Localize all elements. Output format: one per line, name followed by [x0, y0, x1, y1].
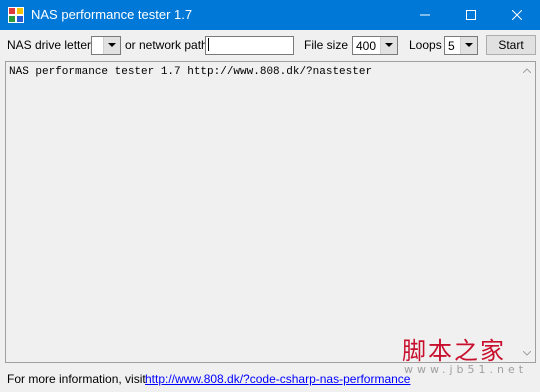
watermark-url: www.jb51.net — [404, 363, 528, 376]
loops-select[interactable]: 5 — [444, 36, 478, 55]
chevron-down-icon[interactable] — [103, 37, 120, 54]
scroll-up-icon[interactable] — [518, 62, 535, 79]
window-title: NAS performance tester 1.7 — [31, 7, 193, 22]
loops-value: 5 — [448, 39, 455, 53]
app-icon — [8, 7, 24, 23]
more-info-link[interactable]: http://www.808.dk/?code-csharp-nas-perfo… — [145, 372, 410, 386]
footer-info-text: For more information, visit — [7, 372, 146, 386]
log-output[interactable]: NAS performance tester 1.7 http://www.80… — [5, 61, 536, 363]
chevron-down-icon[interactable] — [460, 37, 477, 54]
text-caret — [208, 38, 209, 51]
loops-label: Loops — [409, 38, 442, 52]
log-text: NAS performance tester 1.7 http://www.80… — [9, 66, 373, 78]
maximize-icon — [466, 10, 476, 20]
file-size-label: File size — [304, 38, 349, 52]
chevron-down-icon[interactable] — [380, 37, 397, 54]
maximize-button[interactable] — [448, 0, 494, 30]
network-path-input[interactable] — [205, 36, 294, 55]
close-button[interactable] — [494, 0, 540, 30]
close-icon — [512, 10, 522, 20]
vertical-scrollbar[interactable] — [518, 62, 535, 362]
minimize-button[interactable] — [402, 0, 448, 30]
minimize-icon — [420, 14, 430, 16]
drive-letter-label: NAS drive letter — [7, 38, 92, 52]
file-size-select[interactable]: 400 — [352, 36, 398, 55]
site-watermark: 脚本之家 www.jb51.net — [402, 338, 532, 382]
start-button[interactable]: Start — [486, 35, 536, 55]
title-bar[interactable]: NAS performance tester 1.7 — [0, 0, 540, 30]
file-size-value: 400 — [356, 39, 377, 53]
drive-letter-select[interactable] — [91, 36, 121, 55]
watermark-main: 脚本之家 — [402, 337, 506, 365]
network-path-label: or network path — [125, 38, 208, 52]
